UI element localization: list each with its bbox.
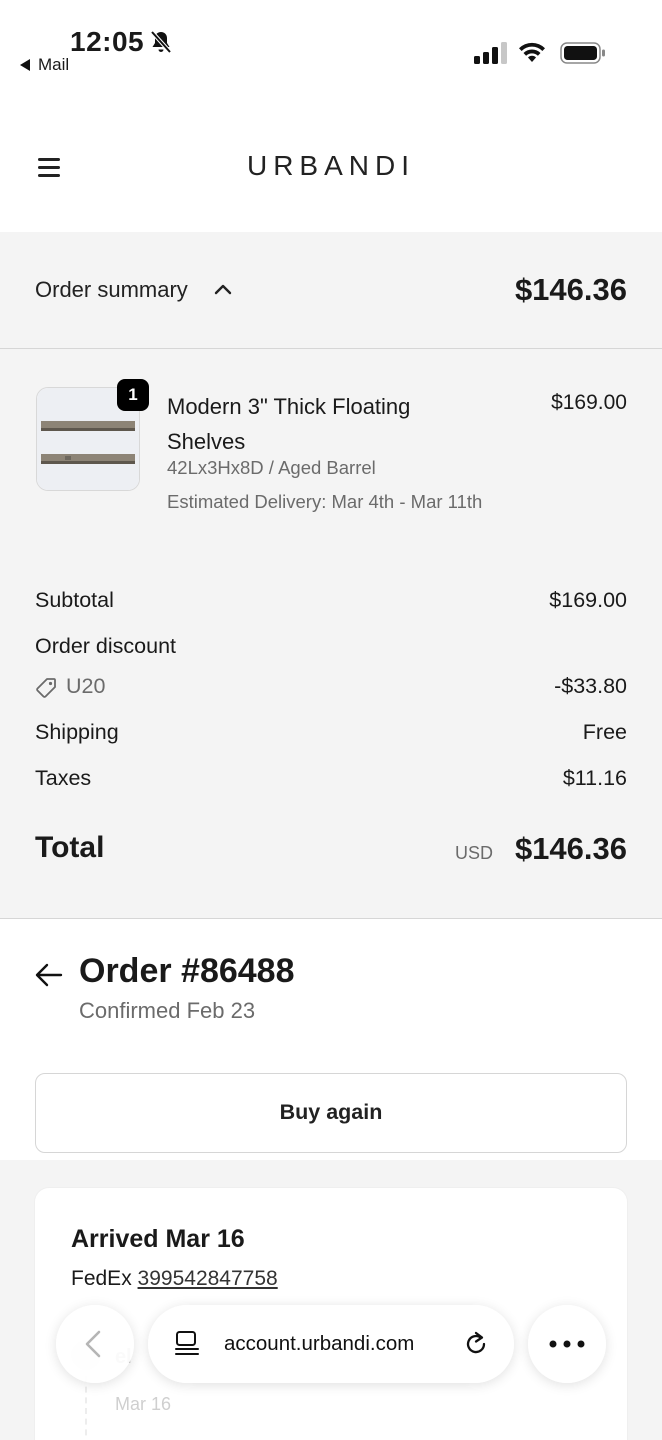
buy-again-button[interactable]: Buy again <box>35 1073 627 1153</box>
chevron-up-icon <box>214 284 232 295</box>
status-time: 12:05 <box>70 26 145 57</box>
timeline-connector <box>85 1376 87 1440</box>
order-confirmed-date: Confirmed Feb 23 <box>79 998 256 1023</box>
address-bar[interactable]: account.urbandi.com <box>148 1305 514 1383</box>
taxes-label: Taxes <box>35 766 92 790</box>
order-summary-label: Order summary <box>35 277 188 302</box>
subtotal-label: Subtotal <box>35 588 114 612</box>
shipping-value: Free <box>582 720 627 744</box>
wifi-icon <box>519 42 545 62</box>
estimated-delivery: Estimated Delivery: Mar 4th - Mar 11th <box>167 491 483 512</box>
timeline-event-date: Mar 16 <box>115 1394 172 1414</box>
back-app-label: Mail <box>38 55 70 74</box>
tracking-number-link[interactable]: 399542847758 <box>138 1267 278 1290</box>
site-header: URBANDI <box>0 90 662 232</box>
bell-muted-icon <box>150 30 172 54</box>
shipment-status: Arrived Mar 16 <box>71 1225 245 1253</box>
back-arrow-icon[interactable] <box>35 962 63 988</box>
subtotal-value: $169.00 <box>549 588 627 612</box>
brand-logo[interactable]: URBANDI <box>0 150 662 182</box>
order-summary-total: $146.36 <box>514 272 627 307</box>
total-label: Total <box>35 831 105 864</box>
browser-more-button[interactable] <box>528 1305 606 1383</box>
back-to-mail-link[interactable]: Mail <box>20 55 69 75</box>
product-price: $169.00 <box>551 391 627 414</box>
quantity-badge: 1 <box>117 379 149 411</box>
discount-code: U20 <box>66 674 106 698</box>
cellular-signal-icon <box>474 42 507 64</box>
shipping-label: Shipping <box>35 720 119 744</box>
product-name: Modern 3" Thick Floating Shelves <box>167 394 411 454</box>
carrier-line: FedEx 399542847758 <box>71 1267 278 1291</box>
carrier-name: FedEx <box>71 1267 132 1290</box>
reload-icon[interactable] <box>462 1330 490 1358</box>
status-bar: 12:05 Mail <box>0 0 662 90</box>
reader-mode-icon[interactable] <box>174 1330 200 1358</box>
url-text: account.urbandi.com <box>224 1332 415 1355</box>
chevron-left-icon <box>85 1330 101 1358</box>
browser-back-button[interactable] <box>56 1305 134 1383</box>
order-title: Order #86488 <box>79 952 295 990</box>
battery-icon <box>560 42 605 64</box>
discount-label: Order discount <box>35 634 177 658</box>
order-summary-panel: 1 Modern 3" Thick Floating Shelves 42Lx3… <box>0 349 662 919</box>
taxes-value: $11.16 <box>562 766 627 790</box>
back-triangle-icon <box>20 59 30 71</box>
total-currency: USD <box>454 843 493 863</box>
discount-value: -$33.80 <box>554 674 627 698</box>
total-value: $146.36 <box>514 831 627 866</box>
more-dots-icon <box>549 1340 585 1348</box>
order-summary-toggle[interactable]: Order summary $146.36 <box>0 232 662 349</box>
product-variant: 42Lx3Hx8D / Aged Barrel <box>167 457 376 478</box>
